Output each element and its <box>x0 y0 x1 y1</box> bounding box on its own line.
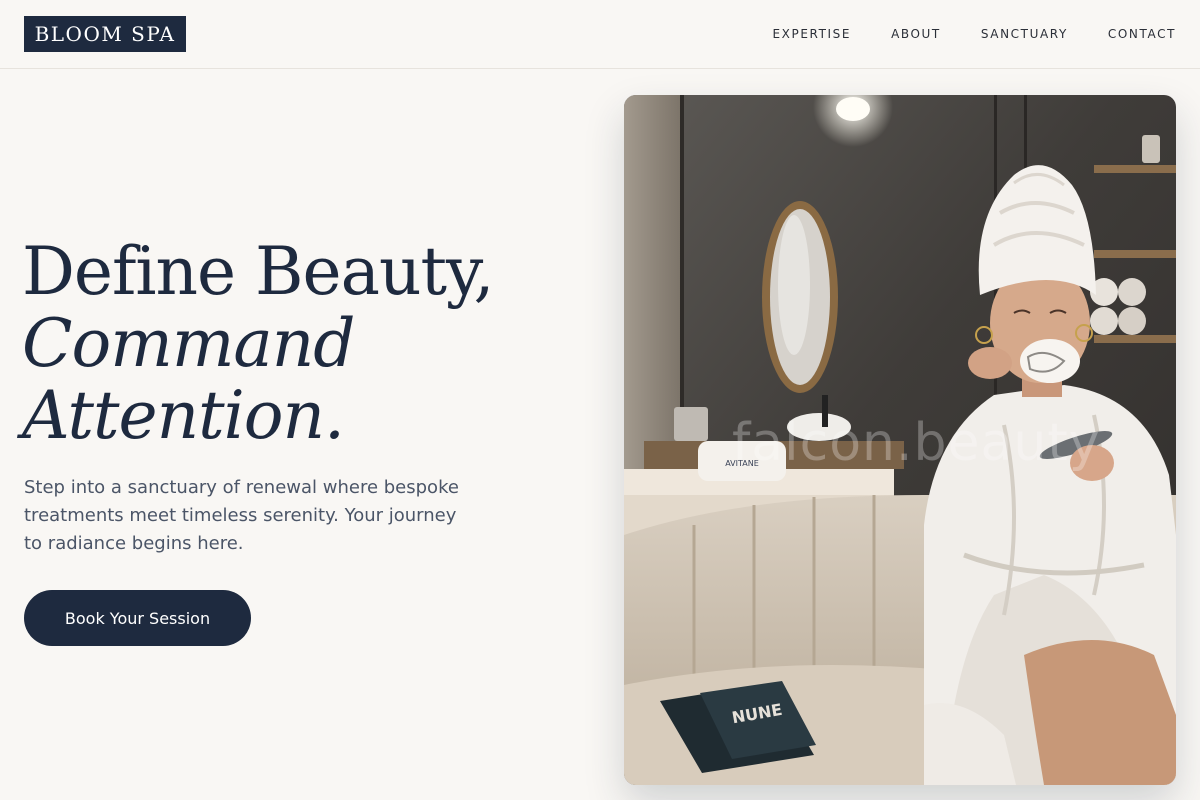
hero-title: Define Beauty, Command Attention. <box>22 236 494 452</box>
hero-title-line-2: Command <box>22 305 356 382</box>
nav-link-about[interactable]: ABOUT <box>891 24 941 44</box>
brand-logo[interactable]: BLOOM SPA <box>24 16 186 52</box>
left-wall-shape <box>624 95 680 475</box>
image-watermark: falcon.beauty <box>732 413 1101 473</box>
ceiling-lamp <box>836 97 870 121</box>
nav-link-expertise[interactable]: EXPERTISE <box>773 24 852 44</box>
site-header: BLOOM SPA EXPERTISE ABOUT SANCTUARY CONT… <box>0 0 1200 69</box>
shelf-bottom <box>1094 335 1176 343</box>
main-nav: EXPERTISE ABOUT SANCTUARY CONTACT <box>773 24 1177 44</box>
book-session-button[interactable]: Book Your Session <box>24 590 251 646</box>
hero-subtitle: Step into a sanctuary of renewal where b… <box>24 477 459 554</box>
hero-photo: AVITANE NUNE falcon.beauty <box>624 95 1176 785</box>
shelf-middle <box>1094 250 1176 258</box>
legs <box>1024 640 1176 785</box>
nav-link-sanctuary[interactable]: SANCTUARY <box>981 24 1068 44</box>
nav-link-contact[interactable]: CONTACT <box>1108 24 1176 44</box>
hero-title-line-3: Attention. <box>22 377 345 454</box>
shelf-top <box>1094 165 1176 173</box>
basket <box>674 407 708 441</box>
hero-title-line-1: Define Beauty, <box>22 233 494 310</box>
